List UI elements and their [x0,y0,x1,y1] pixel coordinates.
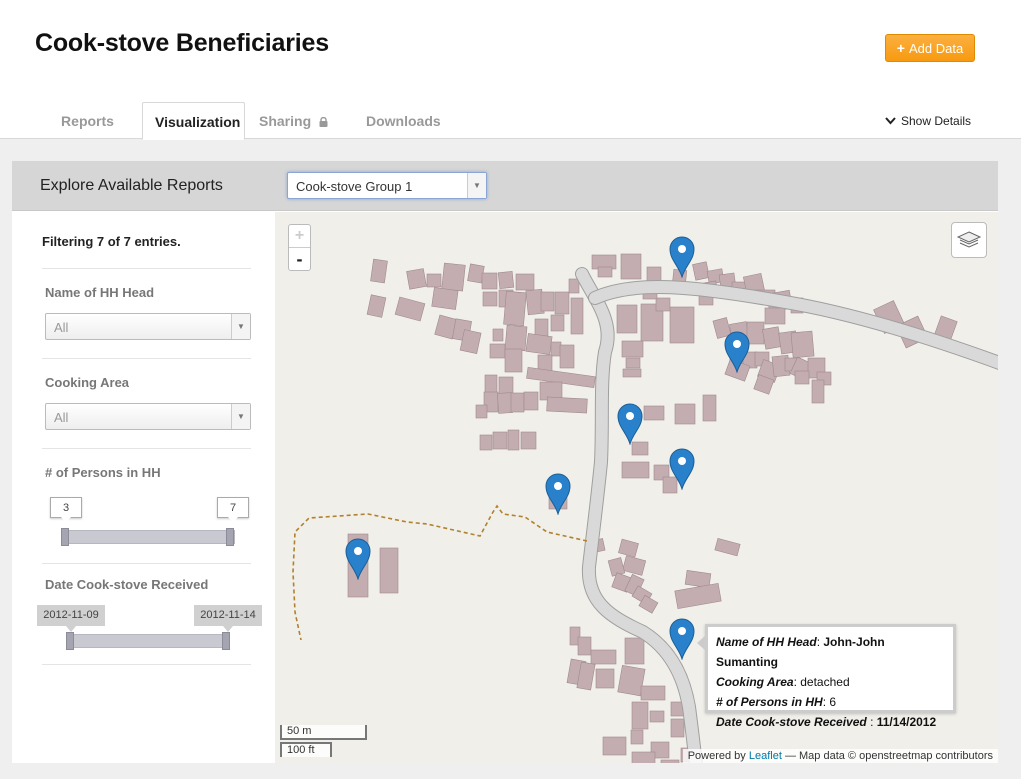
divider [42,268,251,269]
map-marker-icon[interactable] [545,473,571,515]
tab-downloads[interactable]: Downloads [354,102,454,139]
divider [42,664,251,665]
date-min-handle[interactable] [66,632,74,650]
hh-head-select-value: All [54,320,69,335]
scale-meters: 50 m [280,725,367,740]
popup-cooking-area: Cooking Area: detached [716,675,850,689]
popup-date: Date Cook-stove Received : 11/14/2012 [716,715,937,729]
chevron-down-icon: ▼ [467,173,486,198]
zoom-in-button[interactable]: + [289,225,310,248]
persons-min-handle[interactable] [61,528,69,546]
persons-max-tooltip: 7 [217,497,249,523]
map-marker-icon[interactable] [669,236,695,278]
layers-icon [956,231,982,248]
tab-visualization[interactable]: Visualization [142,102,245,140]
app-header: Cook-stove Beneficiaries + Add Data Repo… [0,0,1021,140]
tab-sharing[interactable]: Sharing [247,102,352,139]
explore-bar: Explore Available Reports Cook-stove Gro… [12,161,998,211]
tab-reports[interactable]: Reports [40,102,135,139]
report-select-value: Cook-stove Group 1 [296,179,413,194]
zoom-control: + - [288,224,311,271]
popup-persons: # of Persons in HH: 6 [716,695,837,709]
divider [42,358,251,359]
popup-hh-head: Name of HH Head: John-John Sumanting [716,635,885,669]
cooking-area-select-value: All [54,410,69,425]
map-attribution: Powered by Leaflet — Map data © openstre… [682,749,998,763]
tab-sharing-label: Sharing [259,113,312,129]
filter-label-hh-head: Name of HH Head [45,285,155,300]
filter-label-cooking-area: Cooking Area [45,375,130,390]
explore-label: Explore Available Reports [40,177,223,194]
tab-bar: Reports Visualization Sharing Downloads [40,102,456,140]
add-data-button[interactable]: + Add Data [885,34,975,62]
hh-head-select[interactable]: All ▼ [45,313,251,340]
add-data-label: Add Data [908,40,964,56]
filter-sidebar: Filtering 7 of 7 entries. Name of HH Hea… [12,212,275,763]
date-slider-track[interactable] [67,634,230,648]
leaflet-link[interactable]: Leaflet [749,750,782,762]
persons-slider-track[interactable] [62,530,235,544]
page-title: Cook-stove Beneficiaries [35,29,329,57]
map-view[interactable]: + - Name of HH Head: John-John Sumanting… [275,212,998,763]
report-select[interactable]: Cook-stove Group 1 ▼ [287,172,487,199]
lock-icon [319,117,328,127]
filter-label-date: Date Cook-stove Received [45,577,209,592]
date-max-tooltip: 2012-11-14 [194,605,262,632]
chevron-down-icon [885,117,896,125]
map-marker-icon[interactable] [345,538,371,580]
popup-arrow [697,635,706,651]
filter-count: Filtering 7 of 7 entries. [42,234,181,249]
map-marker-icon[interactable] [669,618,695,660]
map-marker-icon[interactable] [669,448,695,490]
show-details-label: Show Details [901,114,972,128]
divider [42,448,251,449]
persons-max-handle[interactable] [226,528,234,546]
chevron-down-icon: ▼ [231,404,250,429]
filter-label-persons: # of Persons in HH [45,465,161,480]
map-marker-icon[interactable] [724,331,750,373]
zoom-out-button[interactable]: - [289,248,310,271]
map-marker-icon[interactable] [617,403,643,445]
persons-min-tooltip: 3 [50,497,82,523]
cooking-area-select[interactable]: All ▼ [45,403,251,430]
chevron-down-icon: ▼ [231,314,250,339]
marker-popup: Name of HH Head: John-John Sumanting Coo… [697,624,956,729]
scale-feet: 100 ft [280,742,332,757]
plus-icon: + [896,40,905,56]
divider [42,563,251,564]
date-min-tooltip: 2012-11-09 [37,605,105,632]
layers-button[interactable] [951,222,987,258]
show-details-toggle[interactable]: Show Details [885,114,971,128]
visualization-panel: Explore Available Reports Cook-stove Gro… [12,161,998,763]
date-max-handle[interactable] [222,632,230,650]
